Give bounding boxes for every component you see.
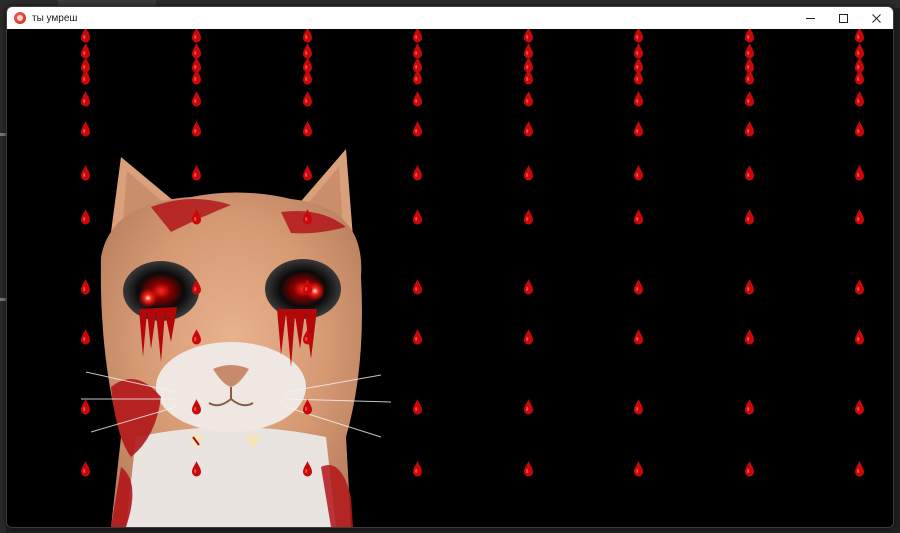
blood-drop-icon — [634, 165, 643, 181]
blood-drop-icon — [303, 29, 312, 43]
blood-drop-icon — [745, 91, 754, 107]
blood-drop-icon — [81, 329, 90, 345]
blood-drop-icon — [634, 29, 643, 43]
minimize-button[interactable] — [794, 7, 827, 29]
blood-drop-icon — [745, 399, 754, 415]
blood-drop-icon — [524, 461, 533, 477]
blood-drop-icon — [745, 69, 754, 85]
window-controls — [794, 7, 893, 29]
blood-drop-icon — [634, 461, 643, 477]
blood-drop-icon — [192, 209, 201, 225]
blood-drop-icon — [413, 279, 422, 295]
blood-drop-icon — [413, 121, 422, 137]
blood-drop-icon — [413, 461, 422, 477]
blood-drop-icon — [413, 399, 422, 415]
blood-drop-icon — [303, 329, 312, 345]
blood-drop-icon — [192, 69, 201, 85]
cat-with-bleeding-eyes — [81, 149, 392, 527]
blood-drop-icon — [524, 91, 533, 107]
blood-drop-icon — [745, 209, 754, 225]
blood-drop-icon — [855, 121, 864, 137]
blood-drop-icon — [634, 91, 643, 107]
blood-drop-icon — [81, 69, 90, 85]
blood-drop-icon — [855, 91, 864, 107]
blood-drop-icon — [192, 29, 201, 43]
blood-drop-icon — [81, 121, 90, 137]
blood-drop-icon — [524, 329, 533, 345]
blood-drop-icon — [524, 399, 533, 415]
blood-drop-icon — [81, 279, 90, 295]
blood-drop-icon — [81, 209, 90, 225]
blood-drop-icon — [81, 29, 90, 43]
close-icon — [872, 14, 881, 23]
app-icon — [14, 12, 26, 24]
blood-drop-icon — [855, 461, 864, 477]
blood-drop-icon — [745, 461, 754, 477]
blood-drop-icon — [303, 461, 312, 477]
blood-drop-icon — [634, 209, 643, 225]
blood-drop-icon — [855, 29, 864, 43]
blood-drop-icon — [855, 279, 864, 295]
blood-drop-icon — [192, 279, 201, 295]
blood-drop-icon — [413, 69, 422, 85]
blood-drop-icon — [855, 399, 864, 415]
minimize-icon — [806, 18, 815, 19]
blood-drop-icon — [192, 121, 201, 137]
blood-drop-icon — [81, 461, 90, 477]
blood-drop-icon — [524, 279, 533, 295]
blood-drop-icon — [524, 69, 533, 85]
blood-drop-icon — [413, 209, 422, 225]
close-button[interactable] — [860, 7, 893, 29]
title-bar[interactable]: ты умреш — [7, 7, 893, 29]
blood-drop-icon — [413, 165, 422, 181]
blood-drop-icon — [634, 121, 643, 137]
game-canvas[interactable] — [7, 29, 893, 527]
blood-drop-icon — [81, 165, 90, 181]
blood-drop-icon — [524, 29, 533, 43]
blood-drop-icon — [303, 279, 312, 295]
blood-drop-icon — [81, 399, 90, 415]
blood-drop-icon — [192, 165, 201, 181]
blood-drop-icon — [413, 91, 422, 107]
blood-drop-icon — [303, 399, 312, 415]
maximize-button[interactable] — [827, 7, 860, 29]
blood-drop-icon — [745, 279, 754, 295]
blood-drop-icon — [81, 91, 90, 107]
blood-drop-icon — [855, 329, 864, 345]
blood-drop-icon — [524, 121, 533, 137]
blood-drop-icon — [855, 165, 864, 181]
blood-drop-icon — [192, 399, 201, 415]
blood-drop-icon — [855, 69, 864, 85]
blood-drop-icon — [855, 209, 864, 225]
blood-drop-icon — [413, 329, 422, 345]
blood-drop-icon — [192, 329, 201, 345]
blood-drop-icon — [303, 209, 312, 225]
blood-drop-icon — [192, 91, 201, 107]
window-title: ты умреш — [32, 12, 78, 24]
blood-drop-icon — [745, 29, 754, 43]
blood-drop-icon — [303, 121, 312, 137]
blood-drop-icon — [634, 69, 643, 85]
blood-drop-icon — [634, 329, 643, 345]
blood-drop-icon — [303, 165, 312, 181]
blood-drop-icon — [192, 461, 201, 477]
blood-drop-icon — [303, 91, 312, 107]
blood-drop-icon — [634, 279, 643, 295]
blood-drop-icon — [745, 165, 754, 181]
maximize-icon — [839, 14, 848, 23]
blood-drop-icon — [524, 165, 533, 181]
blood-drop-icon — [413, 29, 422, 43]
blood-drop-icon — [524, 209, 533, 225]
blood-drop-icon — [303, 69, 312, 85]
blood-drop-icon — [745, 121, 754, 137]
blood-drop-icon — [634, 399, 643, 415]
blood-drop-icon — [745, 329, 754, 345]
app-window: ты умреш — [6, 6, 894, 528]
